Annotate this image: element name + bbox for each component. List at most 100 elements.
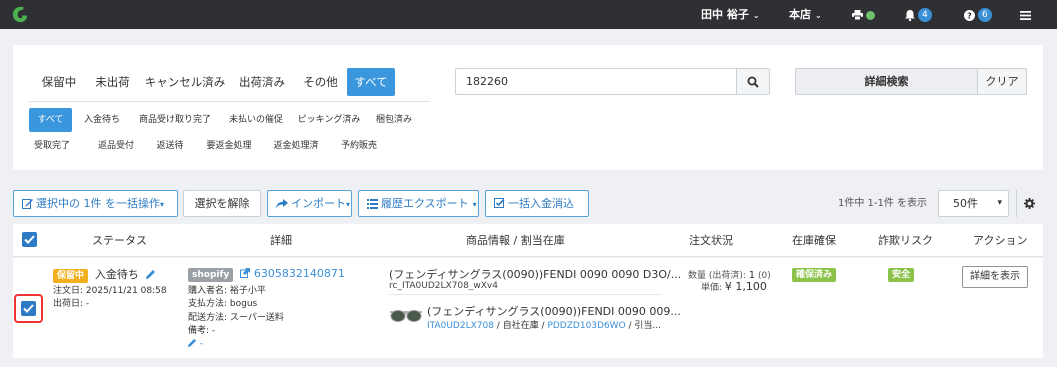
- store-name: 本店: [789, 8, 811, 21]
- bell-icon: [905, 9, 915, 21]
- table-header: ステータス 詳細 商品情報 / 割当在庫 注文状況 在庫確保 詐欺リスク アクシ…: [13, 224, 1043, 257]
- price-line: 単価: ¥ 1,100: [701, 280, 767, 293]
- app-logo[interactable]: [11, 5, 30, 24]
- order-date-value: 2025/11/21 08:58: [85, 286, 167, 296]
- note-value: -: [211, 326, 216, 336]
- status-dot-icon: [866, 10, 875, 20]
- subtab-return-accepted[interactable]: 返品受付: [92, 134, 140, 158]
- tab-all[interactable]: すべて: [347, 68, 395, 96]
- allocated-code-link[interactable]: ITA0UD2LX708: [427, 321, 494, 331]
- edit-note-value: -: [199, 339, 204, 349]
- order-id-link[interactable]: 6305832140871: [254, 267, 345, 280]
- help-count: 6: [978, 8, 992, 22]
- hamburger-icon: [1020, 10, 1031, 20]
- ship-date-value: -: [85, 299, 90, 309]
- tab-other[interactable]: その他: [298, 68, 343, 96]
- user-menu[interactable]: 田中 裕子 ⌄: [701, 0, 760, 29]
- edit-icon: [22, 199, 33, 209]
- tab-unshipped[interactable]: 未出荷: [89, 68, 136, 96]
- product-code: rc_ITA0UD2LX708_wXv4: [389, 281, 498, 291]
- sunglasses-thumbnail: [390, 310, 422, 322]
- allocated-tail: / 引当...: [625, 321, 661, 331]
- tab-shipped[interactable]: 出荷済み: [232, 68, 292, 96]
- order-date: 注文日: 2025/11/21 08:58: [53, 283, 167, 296]
- payment-line: 支払方法: bogus: [188, 296, 257, 309]
- delivery-value: スーパー送料: [229, 313, 284, 323]
- checkmark-icon: [23, 304, 34, 313]
- header-status: ステータス: [92, 234, 147, 247]
- allocated-location: / 自社在庫 /: [493, 321, 548, 331]
- notification-count: 4: [918, 8, 932, 22]
- notifications[interactable]: 4: [905, 0, 932, 29]
- top-navbar: 田中 裕子 ⌄ 本店 ⌄ 4 ? 6: [0, 0, 1057, 29]
- bulk-action-button[interactable]: 選択中の 1件 を一括操作▾: [13, 190, 178, 217]
- header-detail: 詳細: [270, 234, 292, 247]
- chevron-down-icon: ⌄: [752, 11, 760, 20]
- subtab-awaiting-payment[interactable]: 入金待ち: [78, 108, 126, 132]
- tab-on-hold[interactable]: 保留中: [29, 68, 89, 96]
- status-tag: 保留中: [53, 269, 89, 283]
- user-name: 田中 裕子: [701, 8, 749, 21]
- note-line: 備考: -: [188, 323, 215, 336]
- pencil-icon: [188, 338, 197, 347]
- printer-status[interactable]: [852, 0, 875, 29]
- tab-cancelled[interactable]: キャンセル済み: [140, 68, 230, 96]
- select-all-checkbox[interactable]: [22, 232, 37, 247]
- allocated-title: (フェンディサングラス(0090))FENDI 0090 009...: [427, 305, 681, 318]
- store-menu[interactable]: 本店 ⌄: [789, 0, 822, 29]
- header-product: 商品情報 / 割当在庫: [466, 234, 565, 247]
- external-link-icon[interactable]: [240, 268, 251, 278]
- stock-reserve-cell: 確保済み: [792, 266, 837, 282]
- subtab-payment-reminder[interactable]: 未払いの催促: [225, 108, 287, 132]
- pencil-icon[interactable]: [145, 269, 156, 279]
- subtab-picked[interactable]: ピッキング済み: [295, 108, 363, 132]
- fraud-risk-cell: 安全: [888, 266, 915, 282]
- status-cell: 保留中 入金待ち: [53, 266, 156, 283]
- allocated-code2-link[interactable]: PDDZD103D6WO: [547, 321, 625, 331]
- order-id-line: shopify 6305832140871: [188, 266, 345, 282]
- main-menu-button[interactable]: [1020, 0, 1031, 29]
- header-order-status: 注文状況: [689, 234, 733, 247]
- svg-text:?: ?: [967, 11, 972, 20]
- help[interactable]: ? 6: [964, 0, 992, 29]
- edit-note-line[interactable]: -: [188, 338, 203, 349]
- history-export-button[interactable]: 履歴エクスポート ▾: [358, 190, 479, 217]
- buyer-line: 購入者名: 裕子小平: [188, 283, 266, 296]
- product-title: (フェンディサングラス(0090))FENDI 0090 0090 D3O/..…: [389, 268, 682, 281]
- chevron-down-icon: ▾: [160, 200, 165, 209]
- chevron-down-icon: ▾: [997, 198, 1002, 208]
- price-value: ¥ 1,100: [724, 280, 767, 293]
- bulk-payment-button[interactable]: 一括入金消込: [485, 190, 589, 217]
- subtab-received[interactable]: 商品受け取り完了: [135, 108, 215, 132]
- bulk-action-label: 選択中の 1件 を一括操作: [36, 197, 160, 210]
- stock-reserved-tag: 確保済み: [792, 268, 837, 282]
- ship-date-label: 出荷日:: [53, 299, 84, 309]
- result-count: 1件中 1-1件 を表示: [838, 198, 928, 209]
- ship-date: 出荷日: -: [53, 296, 89, 309]
- subtab-refunded[interactable]: 返金処理済: [268, 134, 324, 158]
- subtab-awaiting-return[interactable]: 返送待: [150, 134, 190, 158]
- subtab-refund-required[interactable]: 要返金処理: [202, 134, 256, 158]
- subtab-preorder[interactable]: 予約販売: [336, 134, 382, 158]
- subtab-delivered[interactable]: 受取完了: [29, 134, 75, 158]
- chevron-down-icon: ▾: [346, 200, 351, 209]
- gear-icon[interactable]: [1024, 198, 1035, 209]
- search-button[interactable]: [736, 68, 770, 95]
- view-details-button[interactable]: 詳細を表示: [962, 266, 1028, 288]
- subtab-packed[interactable]: 梱包済み: [371, 108, 417, 132]
- clear-button[interactable]: クリア: [977, 68, 1027, 95]
- search-input[interactable]: 182260: [455, 68, 737, 95]
- price-label: 単価:: [701, 283, 723, 293]
- platform-badge: shopify: [188, 268, 234, 282]
- subtab-all[interactable]: すべて: [29, 108, 72, 132]
- chevron-down-icon: ⌄: [815, 11, 822, 20]
- allocated-info: ITA0UD2LX708 / 自社在庫 / PDDZD103D6WO / 引当.…: [427, 318, 661, 331]
- import-label: インポート: [291, 197, 346, 210]
- import-button[interactable]: インポート▾: [267, 190, 352, 217]
- row-checkbox[interactable]: [21, 301, 36, 316]
- deselect-button[interactable]: 選択を解除: [183, 190, 261, 217]
- note-label: 備考:: [188, 326, 210, 336]
- advanced-search-button[interactable]: 詳細検索: [795, 68, 978, 95]
- per-page-select[interactable]: 50件 ▾: [938, 190, 1009, 217]
- buyer-label: 購入者名:: [188, 286, 228, 296]
